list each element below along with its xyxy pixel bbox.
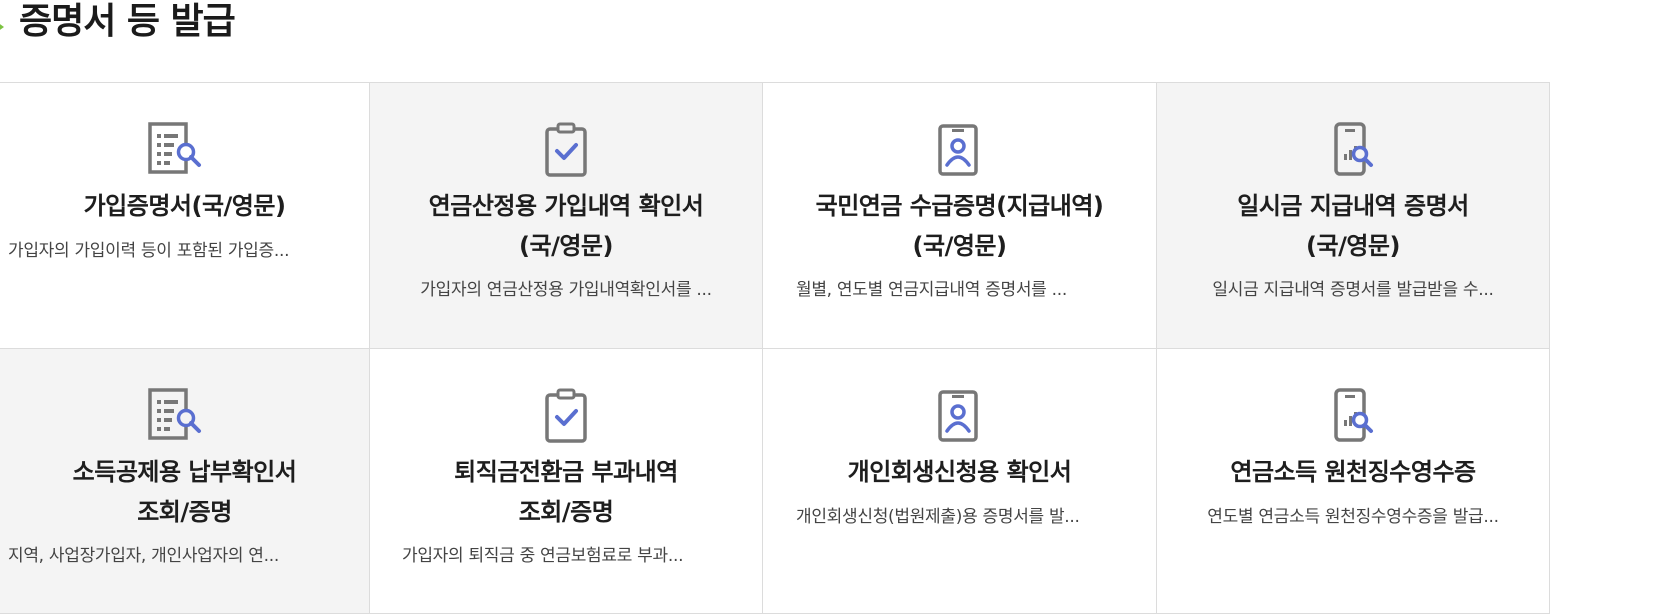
card-title: 가입증명서(국/영문) bbox=[0, 186, 369, 226]
card-title-line1: 국민연금 수급증명(지급내역) bbox=[815, 192, 1104, 220]
card-title-line2: (국/영문) bbox=[1306, 232, 1400, 260]
id-card-icon bbox=[930, 121, 990, 181]
card-description: 월별, 연도별 연금지급내역 증명서를 ... bbox=[796, 280, 1067, 300]
card-pension-calc-enrollment-history[interactable]: 연금산정용 가입내역 확인서 (국/영문) 가입자의 연금산정용 가입내역확인서… bbox=[370, 83, 763, 349]
document-search-icon bbox=[144, 121, 204, 181]
card-title-line2: (국/영문) bbox=[912, 232, 1007, 260]
card-title-line1: 가입증명서(국/영문) bbox=[83, 192, 286, 220]
card-title: 연금소득 원천징수영수증 bbox=[1157, 452, 1549, 492]
card-title-line2: 조회/증명 bbox=[518, 498, 614, 526]
card-title: 국민연금 수급증명(지급내역) (국/영문) bbox=[763, 186, 1156, 266]
card-title-line1: 퇴직금전환금 부과내역 bbox=[454, 458, 678, 486]
card-title: 일시금 지급내역 증명서 (국/영문) bbox=[1157, 186, 1549, 266]
document-search-icon bbox=[144, 387, 204, 447]
section-title: 증명서 등 발급 bbox=[19, 1, 236, 42]
card-lump-sum-payment-certificate[interactable]: 일시금 지급내역 증명서 (국/영문) 일시금 지급내역 증명서를 발급받을 수… bbox=[1157, 83, 1550, 349]
card-description: 가입자의 퇴직금 중 연금보험료로 부과... bbox=[402, 546, 684, 566]
card-description: 연도별 연금소득 원천징수영수증을 발급... bbox=[1207, 507, 1499, 527]
clipboard-check-icon bbox=[538, 121, 598, 181]
card-title: 개인회생신청용 확인서 bbox=[763, 452, 1156, 492]
card-severance-conversion-history[interactable]: 퇴직금전환금 부과내역 조회/증명 가입자의 퇴직금 중 연금보험료로 부과..… bbox=[370, 349, 763, 614]
clipboard-check-icon bbox=[538, 387, 598, 447]
card-personal-rehabilitation-confirmation[interactable]: 개인회생신청용 확인서 개인회생신청(법원제출)용 증명서를 발... bbox=[763, 349, 1157, 614]
card-description: 가입자의 연금산정용 가입내역확인서를 ... bbox=[420, 280, 712, 300]
card-title-line1: 개인회생신청용 확인서 bbox=[847, 458, 1072, 486]
card-enrollment-certificate[interactable]: 가입증명서(국/영문) 가입자의 가입이력 등이 포함된 가입증... bbox=[0, 83, 370, 349]
section-header: 증명서 등 발급 bbox=[0, 0, 1663, 80]
card-pension-income-withholding-receipt[interactable]: 연금소득 원천징수영수증 연도별 연금소득 원천징수영수증을 발급... bbox=[1157, 349, 1550, 614]
card-pension-receipt-certificate[interactable]: 국민연금 수급증명(지급내역) (국/영문) 월별, 연도별 연금지급내역 증명… bbox=[763, 83, 1157, 349]
card-description: 지역, 사업장가입자, 개인사업자의 연... bbox=[8, 546, 279, 566]
id-card-icon bbox=[930, 387, 990, 447]
card-title-line1: 일시금 지급내역 증명서 bbox=[1237, 192, 1469, 220]
mobile-chart-search-icon bbox=[1324, 121, 1384, 181]
card-title-line2: (국/영문) bbox=[519, 232, 613, 260]
card-description: 일시금 지급내역 증명서를 발급받을 수... bbox=[1212, 280, 1494, 300]
card-description: 가입자의 가입이력 등이 포함된 가입증... bbox=[8, 241, 290, 261]
card-title-line1: 소득공제용 납부확인서 bbox=[72, 458, 297, 486]
card-income-deduction-payment-confirmation[interactable]: 소득공제용 납부확인서 조회/증명 지역, 사업장가입자, 개인사업자의 연..… bbox=[0, 349, 370, 614]
card-title: 소득공제용 납부확인서 조회/증명 bbox=[0, 452, 369, 532]
card-title-line1: 연금소득 원천징수영수증 bbox=[1230, 458, 1476, 486]
card-title-line1: 연금산정용 가입내역 확인서 bbox=[428, 192, 704, 220]
certificate-card-grid: 가입증명서(국/영문) 가입자의 가입이력 등이 포함된 가입증... 연금산정… bbox=[0, 82, 1550, 614]
section-bullet-icon bbox=[0, 22, 4, 32]
card-title: 연금산정용 가입내역 확인서 (국/영문) bbox=[370, 186, 762, 266]
card-title: 퇴직금전환금 부과내역 조회/증명 bbox=[370, 452, 762, 532]
mobile-chart-search-icon bbox=[1324, 387, 1384, 447]
card-description: 개인회생신청(법원제출)용 증명서를 발... bbox=[796, 507, 1080, 527]
card-title-line2: 조회/증명 bbox=[137, 498, 232, 526]
